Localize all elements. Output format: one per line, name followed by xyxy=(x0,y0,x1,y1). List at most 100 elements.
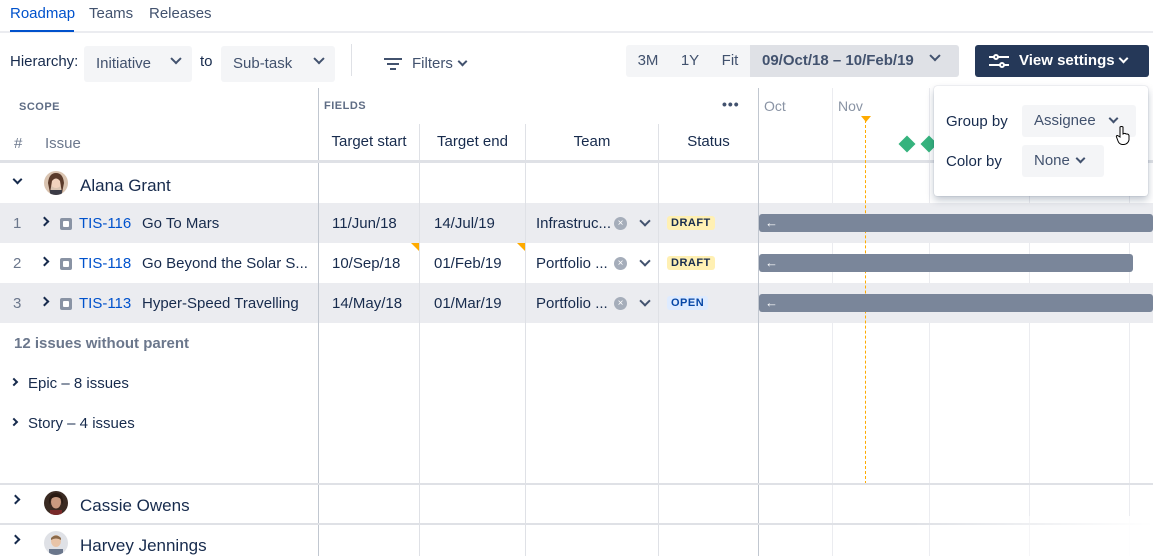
target-start[interactable]: 14/May/18 xyxy=(332,295,402,312)
expand-icon[interactable] xyxy=(9,377,19,387)
hierarchy-label: Hierarchy: xyxy=(10,53,79,70)
initiative-icon xyxy=(60,218,72,230)
avatar xyxy=(44,491,68,515)
group-by-value: Assignee xyxy=(1034,112,1096,129)
subgroup-story[interactable]: Story – 4 issues xyxy=(0,405,318,441)
expand-icon[interactable] xyxy=(10,494,21,505)
zoom-3m-button[interactable]: 3M xyxy=(626,45,670,77)
timeline-bar[interactable]: ← xyxy=(759,214,1153,232)
month-nov: Nov xyxy=(838,98,863,114)
active-tab-indicator xyxy=(10,30,74,32)
chevron-down-icon xyxy=(1075,153,1086,164)
milestone-diamond[interactable] xyxy=(898,135,916,153)
chevron-down-icon[interactable] xyxy=(639,255,651,267)
issue-key[interactable]: TIS-116 xyxy=(79,215,131,232)
target-start-header[interactable]: Target start xyxy=(319,133,419,150)
toolbar-divider xyxy=(351,44,352,76)
tab-roadmap[interactable]: Roadmap xyxy=(10,5,75,22)
issue-row-1[interactable]: 1 TIS-116 Go To Mars 11/Jun/18 14/Jul/19… xyxy=(0,203,1153,243)
expand-icon[interactable] xyxy=(9,417,19,427)
target-end-header[interactable]: Target end xyxy=(420,133,525,150)
change-indicator xyxy=(411,243,419,251)
change-indicator xyxy=(517,243,525,251)
expand-icon[interactable] xyxy=(10,534,21,545)
number-column-header: # xyxy=(14,135,23,152)
group-name: Harvey Jennings xyxy=(80,536,207,555)
filter-icon xyxy=(384,58,402,70)
subgroup-epic[interactable]: Epic – 8 issues xyxy=(0,365,318,401)
arrow-left-icon: ← xyxy=(765,255,778,270)
timeline-bar[interactable]: ← xyxy=(759,254,1133,272)
group-name: Alana Grant xyxy=(80,176,171,195)
collapse-icon[interactable] xyxy=(12,174,23,185)
chevron-down-icon[interactable] xyxy=(639,215,651,227)
issue-row-3[interactable]: 3 TIS-113 Hyper-Speed Travelling 14/May/… xyxy=(0,283,1153,323)
row-number: 3 xyxy=(13,295,22,312)
status-badge: OPEN xyxy=(667,296,709,310)
chevron-down-icon xyxy=(457,56,468,67)
date-range-value: 09/Oct/18 – 10/Feb/19 xyxy=(762,52,914,69)
more-options-icon[interactable]: ••• xyxy=(722,96,740,112)
team-value[interactable]: Portfolio ... xyxy=(536,295,608,312)
sliders-icon xyxy=(989,54,1009,68)
issue-key[interactable]: TIS-113 xyxy=(79,295,131,312)
subgroup-label: Story – 4 issues xyxy=(28,415,135,432)
group-by-label: Group by xyxy=(946,113,1008,130)
target-start[interactable]: 10/Sep/18 xyxy=(332,255,400,272)
team-header[interactable]: Team xyxy=(526,133,658,150)
row-number: 2 xyxy=(13,255,22,272)
clear-icon[interactable]: × xyxy=(614,217,627,230)
zoom-1y-button[interactable]: 1Y xyxy=(670,45,710,77)
hierarchy-from-value: Initiative xyxy=(96,55,152,72)
hierarchy-from-select[interactable]: Initiative xyxy=(84,46,192,82)
tab-releases[interactable]: Releases xyxy=(149,5,212,22)
color-by-select[interactable]: None xyxy=(1022,145,1104,177)
row-number: 1 xyxy=(13,215,22,232)
clear-icon[interactable]: × xyxy=(614,297,627,310)
view-settings-label: View settings xyxy=(1019,52,1115,69)
target-end[interactable]: 14/Jul/19 xyxy=(434,215,495,232)
filters-button[interactable]: Filters xyxy=(380,46,480,82)
hierarchy-to-value: Sub-task xyxy=(233,55,293,72)
zoom-fit-button[interactable]: Fit xyxy=(710,45,750,77)
expand-icon[interactable] xyxy=(39,216,50,227)
column-divider xyxy=(525,124,526,556)
tab-teams[interactable]: Teams xyxy=(89,5,133,22)
clear-icon[interactable]: × xyxy=(614,257,627,270)
target-end[interactable]: 01/Mar/19 xyxy=(434,295,502,312)
date-range-select[interactable]: 09/Oct/18 – 10/Feb/19 xyxy=(750,45,959,77)
group-name: Cassie Owens xyxy=(80,496,190,515)
view-settings-button[interactable]: View settings xyxy=(975,45,1149,77)
issue-summary[interactable]: Hyper-Speed Travelling xyxy=(142,295,299,312)
issue-row-2[interactable]: 2 TIS-118 Go Beyond the Solar S... 10/Se… xyxy=(0,243,1153,283)
chevron-down-icon xyxy=(170,53,182,65)
bottom-fade xyxy=(913,516,1153,556)
color-by-label: Color by xyxy=(946,153,1002,170)
group-row-harvey-jennings[interactable]: Harvey Jennings xyxy=(0,525,318,556)
to-label: to xyxy=(200,53,213,70)
issue-summary[interactable]: Go Beyond the Solar S... xyxy=(142,255,308,272)
scope-header: SCOPE xyxy=(19,101,61,113)
status-badge: DRAFT xyxy=(667,216,715,230)
target-start[interactable]: 11/Jun/18 xyxy=(332,215,397,232)
expand-icon[interactable] xyxy=(39,256,50,267)
expand-icon[interactable] xyxy=(39,296,50,307)
timeline-bar[interactable]: ← xyxy=(759,294,1153,312)
team-value[interactable]: Portfolio ... xyxy=(536,255,608,272)
status-header[interactable]: Status xyxy=(659,133,758,150)
team-value[interactable]: Infrastruc... xyxy=(536,215,611,232)
fields-header: FIELDS xyxy=(324,100,367,112)
avatar xyxy=(44,531,68,555)
column-divider xyxy=(658,124,659,556)
chevron-down-icon[interactable] xyxy=(639,295,651,307)
filters-label: Filters xyxy=(412,55,453,72)
initiative-icon xyxy=(60,298,72,310)
issue-key[interactable]: TIS-118 xyxy=(79,255,131,272)
target-end[interactable]: 01/Feb/19 xyxy=(434,255,502,272)
chevron-down-icon xyxy=(1108,113,1119,124)
group-row-alana-grant[interactable]: Alana Grant xyxy=(0,165,318,205)
hierarchy-to-select[interactable]: Sub-task xyxy=(221,46,335,82)
top-tabs: Roadmap Teams Releases xyxy=(0,0,1153,33)
group-row-cassie-owens[interactable]: Cassie Owens xyxy=(0,485,318,525)
issue-summary[interactable]: Go To Mars xyxy=(142,215,219,232)
